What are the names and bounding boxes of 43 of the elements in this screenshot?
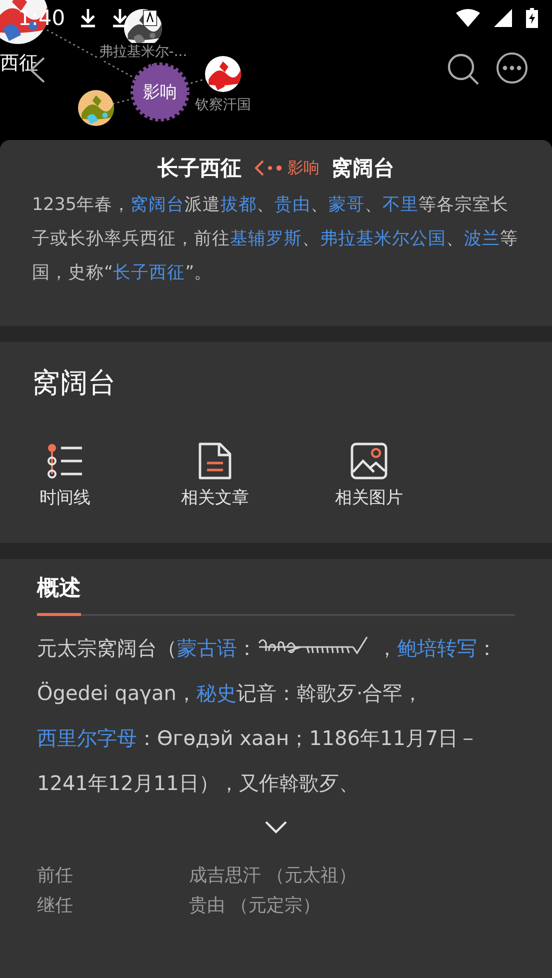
target-title[interactable]: 窝阔台 — [332, 154, 394, 182]
timeline-button[interactable]: 时间线 — [32, 442, 98, 509]
tab[interactable]: 概述 — [37, 573, 81, 616]
info-value: 贵由 （元定宗） — [189, 894, 322, 918]
node-label[interactable]: 钦察汗国 — [195, 96, 251, 114]
center-node[interactable] — [129, 61, 191, 123]
wifi-icon — [456, 9, 480, 27]
link[interactable]: 波兰 — [464, 229, 500, 249]
link[interactable]: 鲍培转写 — [397, 636, 477, 660]
link[interactable]: 基辅罗斯 — [230, 229, 302, 249]
image-button[interactable]: 相关图片 — [324, 442, 414, 509]
link[interactable]: 不里 — [382, 195, 419, 215]
link[interactable]: 西里尔字母 — [37, 726, 137, 750]
more-icon[interactable] — [496, 52, 528, 84]
link[interactable]: 贵由 — [274, 195, 311, 215]
info-label: 前任 — [37, 864, 74, 888]
timeline-icon — [46, 442, 84, 480]
image-icon — [350, 442, 388, 480]
link[interactable]: 蒙哥 — [328, 195, 365, 215]
battery-icon — [526, 8, 538, 28]
link[interactable]: 长子西征 — [113, 263, 186, 283]
center-node-label: 影响 — [143, 82, 177, 104]
entity-name: 窝阔台 — [32, 365, 117, 401]
link[interactable]: 蒙古语 — [177, 636, 237, 660]
info-value: 成吉思汗 （元太祖） — [189, 864, 358, 888]
source-title[interactable]: 长子西征 — [158, 154, 242, 182]
description-text: 1235年春，窝阔台派遣拔都、贵由、蒙哥、不里等各宗室长子或长孙率兵西征，前往基辅罗斯、弗拉基米尔公国、波兰等国，史称“长子西征”。 — [32, 194, 519, 285]
page-title: 西征 — [0, 51, 38, 76]
download-icon — [111, 8, 130, 28]
search-icon[interactable] — [446, 52, 480, 86]
link[interactable]: 拔都 — [220, 195, 257, 215]
expand-icon[interactable] — [264, 820, 288, 834]
article-button[interactable]: 相关文章 — [170, 442, 260, 509]
link[interactable]: 窝阔台 — [130, 195, 185, 215]
link[interactable]: 弗拉基米尔公国 — [320, 229, 446, 249]
signal-icon — [494, 9, 512, 27]
summary-text: 元太宗窝阔台（蒙古语： ，鲍培转写：Ögedei qaγan，秘史记音：斡歌歹·合罕， 西里尔字母：Өгөдэй хаан；1186年11月7日－1241年12月11日），又作斡歌歹、 — [37, 634, 498, 797]
info-label: 继任 — [37, 894, 74, 918]
node-label[interactable]: 弗拉基米尔-... — [98, 43, 188, 61]
relation-label: 影响 — [254, 158, 320, 178]
link[interactable]: 秘史 — [196, 681, 236, 705]
article-icon — [196, 442, 234, 480]
download-icon — [79, 8, 98, 28]
